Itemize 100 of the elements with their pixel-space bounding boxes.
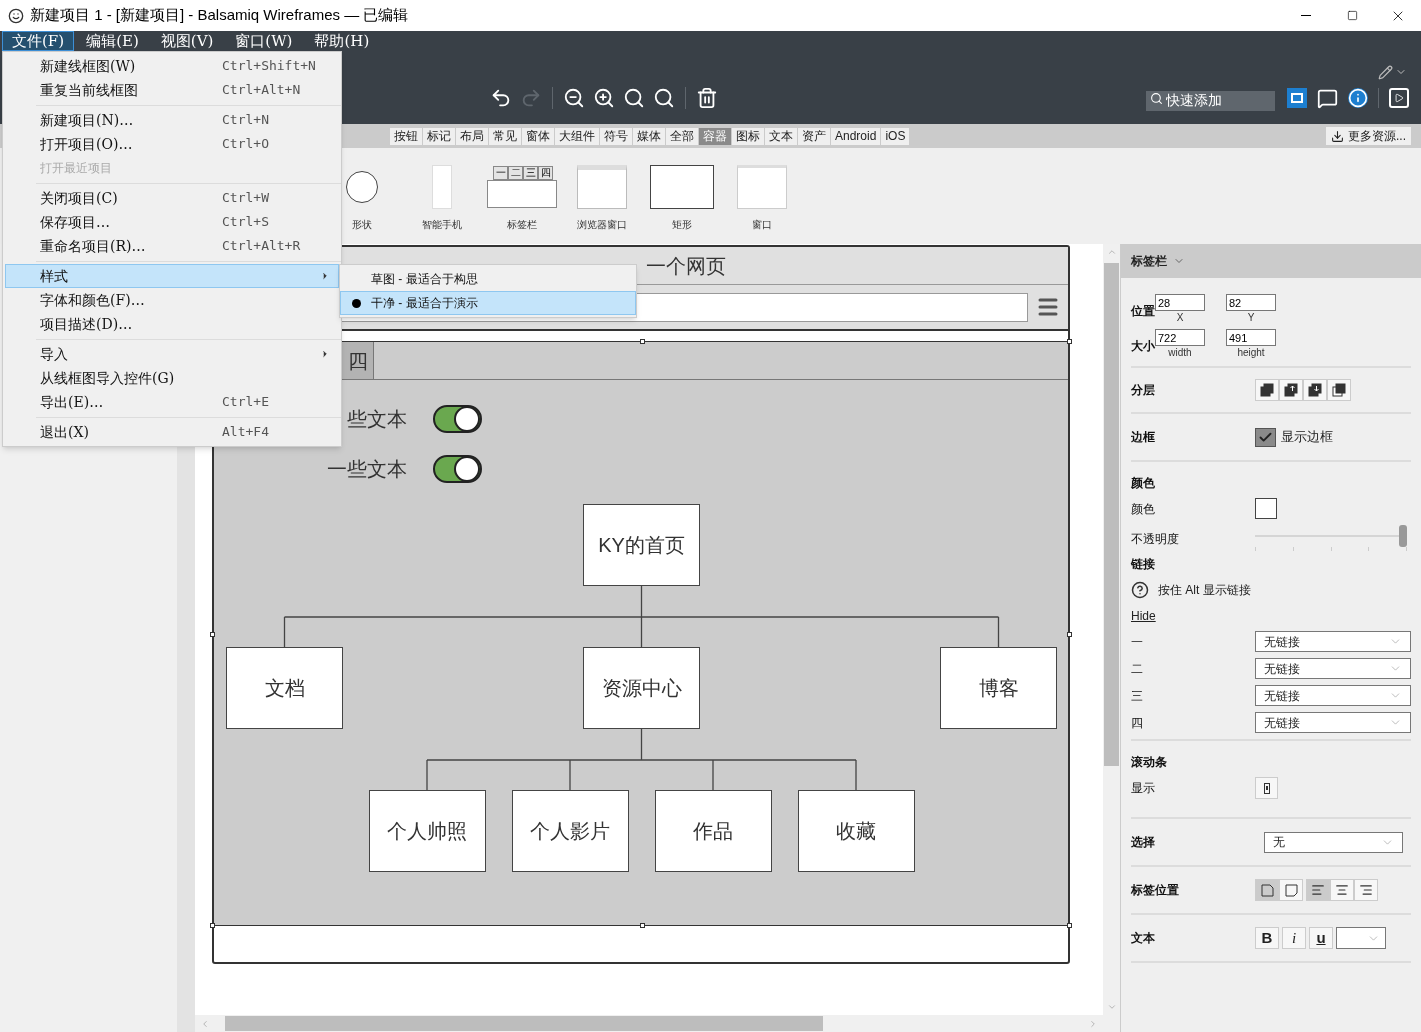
category-tab[interactable]: iOS [881, 127, 910, 145]
scrollbar-thumb[interactable] [1104, 263, 1119, 766]
category-tab[interactable]: 大组件 [555, 127, 599, 145]
menu-item[interactable]: 窗口(W) [225, 31, 303, 51]
category-tab[interactable]: 资产 [798, 127, 830, 145]
number-field[interactable]: 28 [1155, 294, 1205, 311]
text-style-button[interactable]: i [1282, 927, 1306, 949]
selection-handle[interactable] [1067, 632, 1072, 637]
menu-entry[interactable]: 关闭项目(C) Ctrl+W [5, 186, 339, 210]
category-tab[interactable]: 全部 [666, 127, 698, 145]
number-field[interactable]: 491 [1226, 329, 1276, 346]
submenu-entry[interactable]: 草图 - 最适合于构思 [340, 267, 636, 291]
category-tab[interactable]: Android [831, 127, 881, 145]
bring-to-front-icon [1260, 383, 1274, 397]
text-color-dropdown[interactable] [1336, 927, 1386, 949]
property-label: 位置 [1131, 304, 1155, 318]
scrollbar-thumb[interactable] [225, 1016, 823, 1031]
align-button[interactable] [1306, 879, 1330, 901]
link-dropdown[interactable]: 无链接 [1255, 712, 1411, 733]
layer-button[interactable] [1279, 379, 1303, 401]
toggle-switch[interactable] [433, 405, 482, 433]
undo-icon[interactable] [490, 87, 512, 109]
text-style-button[interactable]: u [1309, 927, 1333, 949]
menu-entry[interactable]: 重复当前线框图 Ctrl+Alt+N [5, 78, 339, 102]
library-item-label[interactable]: 智能手机 [422, 217, 462, 232]
link-dropdown[interactable]: 无链接 [1255, 658, 1411, 679]
menu-entry[interactable]: 新建线框图(W) Ctrl+Shift+N [5, 54, 339, 78]
more-resources-button[interactable]: 更多资源... [1326, 127, 1411, 145]
number-field[interactable]: 82 [1226, 294, 1276, 311]
tab-thumbnail: 三 [523, 166, 538, 180]
menu-item[interactable]: 编辑(E) [76, 31, 149, 51]
canvas-tab[interactable]: 四 [342, 342, 374, 379]
chart-node: 资源中心 [583, 647, 700, 729]
zoom-in-icon[interactable] [593, 87, 615, 109]
scrollbar-toggle-button[interactable] [1255, 777, 1278, 799]
menu-entry[interactable]: 样式 [5, 264, 339, 288]
library-item-label[interactable]: 矩形 [672, 217, 692, 232]
trash-icon[interactable] [696, 87, 718, 109]
library-item-label[interactable]: 形状 [352, 217, 372, 232]
opacity-slider[interactable] [1255, 525, 1407, 553]
category-tab[interactable]: 窗体 [522, 127, 554, 145]
selection-handle[interactable] [210, 923, 215, 928]
selection-handle[interactable] [1067, 923, 1072, 928]
hide-link[interactable]: Hide [1131, 607, 1156, 625]
menu-item[interactable]: 帮助(H) [304, 31, 380, 51]
menu-item[interactable]: 视图(V) [150, 31, 224, 51]
comment-icon[interactable] [1317, 87, 1338, 109]
menu-entry[interactable]: 保存项目… Ctrl+S [5, 210, 339, 234]
category-tab[interactable]: 标记 [423, 127, 455, 145]
slider-thumb[interactable] [1399, 525, 1407, 547]
link-row-label: 四 [1131, 714, 1144, 732]
send-to-back-icon [1332, 383, 1346, 397]
magnifier-icon[interactable] [623, 87, 645, 109]
category-tab[interactable]: 图标 [732, 127, 764, 145]
align-button[interactable] [1354, 879, 1378, 901]
play-icon[interactable] [1389, 88, 1409, 108]
selection-dropdown[interactable]: 无 [1264, 831, 1403, 853]
layer-button[interactable] [1255, 379, 1279, 401]
align-button[interactable] [1330, 879, 1354, 901]
category-tab[interactable]: 文本 [765, 127, 797, 145]
magnifier-icon[interactable] [653, 87, 675, 109]
submenu-entry[interactable]: 干净 - 最适合于演示 [340, 291, 636, 315]
horizontal-scrollbar[interactable] [195, 1015, 1120, 1032]
selection-handle[interactable] [640, 923, 645, 928]
color-swatch[interactable] [1255, 498, 1277, 519]
pencil-icon[interactable] [1378, 64, 1393, 80]
selection-handle[interactable] [640, 339, 645, 344]
library-item-label[interactable]: 浏览器窗口 [577, 217, 627, 232]
selection-handle[interactable] [1067, 339, 1072, 344]
library-item-label[interactable]: 标签栏 [507, 217, 537, 232]
phone-thumbnail [432, 165, 452, 209]
layer-button[interactable] [1303, 379, 1327, 401]
category-tab[interactable]: 布局 [456, 127, 488, 145]
section-heading: 链接 [1131, 556, 1156, 573]
scrollbar-icon [1263, 782, 1270, 794]
number-field[interactable]: 722 [1155, 329, 1205, 346]
toggle-switch[interactable] [433, 455, 482, 483]
zoom-out-icon[interactable] [563, 87, 585, 109]
menu-entry[interactable]: 打开项目(O)… Ctrl+O [5, 132, 339, 156]
menu-item[interactable]: 文件(F) [2, 31, 75, 51]
category-tab[interactable]: 符号 [600, 127, 632, 145]
label-position-button[interactable] [1255, 879, 1279, 901]
property-label: 不透明度 [1131, 531, 1180, 548]
category-tab[interactable]: 媒体 [633, 127, 665, 145]
layer-button[interactable] [1327, 379, 1351, 401]
chart-node: KY的首页 [583, 504, 700, 586]
link-dropdown[interactable]: 无链接 [1255, 685, 1411, 706]
selection-handle[interactable] [210, 632, 215, 637]
link-dropdown[interactable]: 无链接 [1255, 631, 1411, 652]
help-icon[interactable] [1131, 581, 1149, 599]
category-tab[interactable]: 按钮 [390, 127, 422, 145]
menu-entry[interactable]: 新建项目(N)… Ctrl+N [5, 108, 339, 132]
label-position-button[interactable] [1279, 879, 1303, 901]
text-style-button[interactable]: B [1255, 927, 1279, 949]
quick-add-field[interactable]: 快速添加 [1146, 90, 1275, 111]
chart-node: 个人影片 [511, 790, 629, 872]
library-item-label[interactable]: 窗口 [752, 217, 772, 232]
category-tab[interactable]: 常见 [489, 127, 521, 145]
layout-icon[interactable] [1287, 88, 1307, 108]
border-checkbox[interactable] [1255, 427, 1276, 447]
